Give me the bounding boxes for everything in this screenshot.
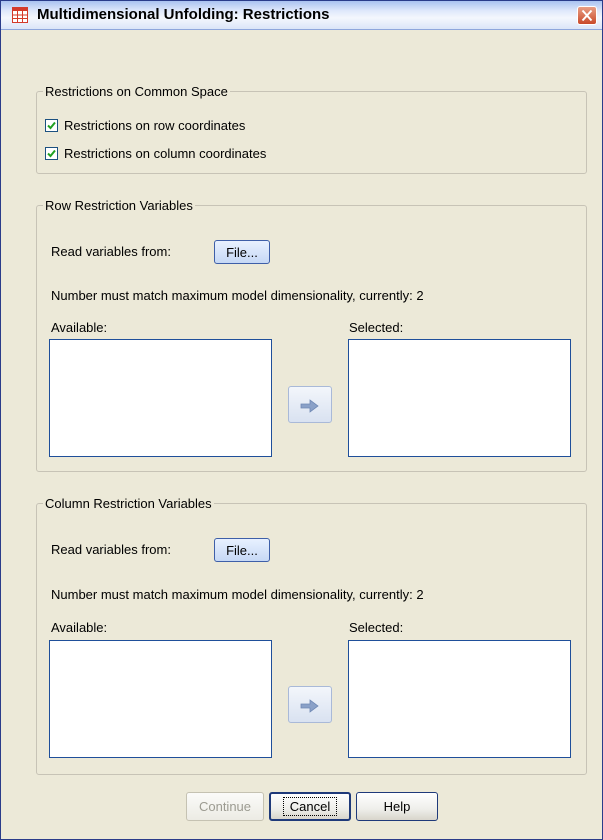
title-bar[interactable]: Multidimensional Unfolding: Restrictions [1,1,602,30]
cancel-button-label: Cancel [282,797,338,816]
column-read-from-label: Read variables from: [51,542,171,557]
restrictions-dialog: Multidimensional Unfolding: Restrictions… [0,0,603,840]
row-selected-label: Selected: [349,320,404,335]
column-selected-listbox[interactable] [348,640,571,758]
column-available-listbox[interactable] [49,640,272,758]
column-selected-label: Selected: [349,620,404,635]
row-coordinates-label: Restrictions on row coordinates [64,118,246,133]
row-coordinates-option[interactable]: Restrictions on row coordinates [45,118,245,133]
right-arrow-icon [300,399,319,413]
continue-button[interactable]: Continue [186,792,264,821]
row-read-from-label: Read variables from: [51,244,171,259]
checkmark-icon [47,121,56,130]
row-selected-listbox[interactable] [348,339,571,457]
column-available-label: Available: [51,620,108,635]
column-file-button[interactable]: File... [214,538,270,562]
column-coordinates-label: Restrictions on column coordinates [64,146,267,161]
column-coordinates-checkbox[interactable] [45,147,58,160]
dialog-content: Restrictions on Common Space Restriction… [1,30,602,839]
row-move-button[interactable] [288,386,332,423]
column-restriction-group: Column Restriction Variables Read variab… [36,496,587,775]
row-available-label: Available: [51,320,108,335]
checkmark-icon [47,149,56,158]
common-space-legend: Restrictions on Common Space [43,84,230,99]
spss-grid-icon [12,7,28,23]
column-restriction-legend: Column Restriction Variables [43,496,214,511]
row-restriction-legend: Row Restriction Variables [43,198,195,213]
row-restriction-group: Row Restriction Variables Read variables… [36,198,587,472]
row-coordinates-checkbox[interactable] [45,119,58,132]
column-dimensionality-note: Number must match maximum model dimensio… [51,587,424,602]
right-arrow-icon [300,699,319,713]
row-dimensionality-note: Number must match maximum model dimensio… [51,288,424,303]
column-move-button[interactable] [288,686,332,723]
row-available-listbox[interactable] [49,339,272,457]
common-space-group: Restrictions on Common Space Restriction… [36,84,587,174]
column-coordinates-option[interactable]: Restrictions on column coordinates [45,146,266,161]
close-button[interactable] [577,6,597,25]
window-title: Multidimensional Unfolding: Restrictions [37,6,330,23]
row-file-button[interactable]: File... [214,240,270,264]
cancel-button[interactable]: Cancel [269,792,351,821]
help-button[interactable]: Help [356,792,438,821]
